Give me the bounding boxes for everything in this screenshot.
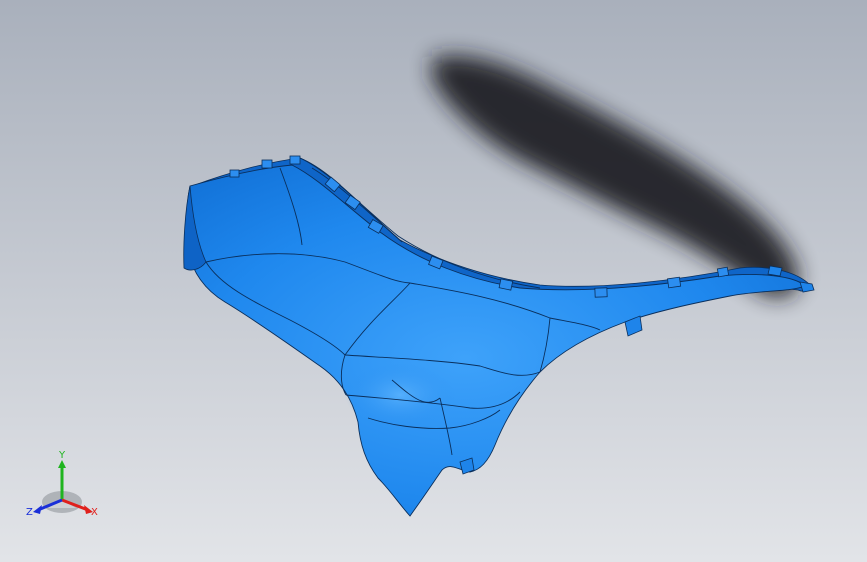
model-view[interactable]: Y X Z <box>0 0 867 562</box>
surface-highlight <box>345 363 455 427</box>
y-axis-label: Y <box>58 450 66 461</box>
graphics-viewport[interactable]: Y X Z <box>0 0 867 562</box>
x-axis-label: X <box>91 507 98 518</box>
z-axis-label: Z <box>26 507 33 518</box>
